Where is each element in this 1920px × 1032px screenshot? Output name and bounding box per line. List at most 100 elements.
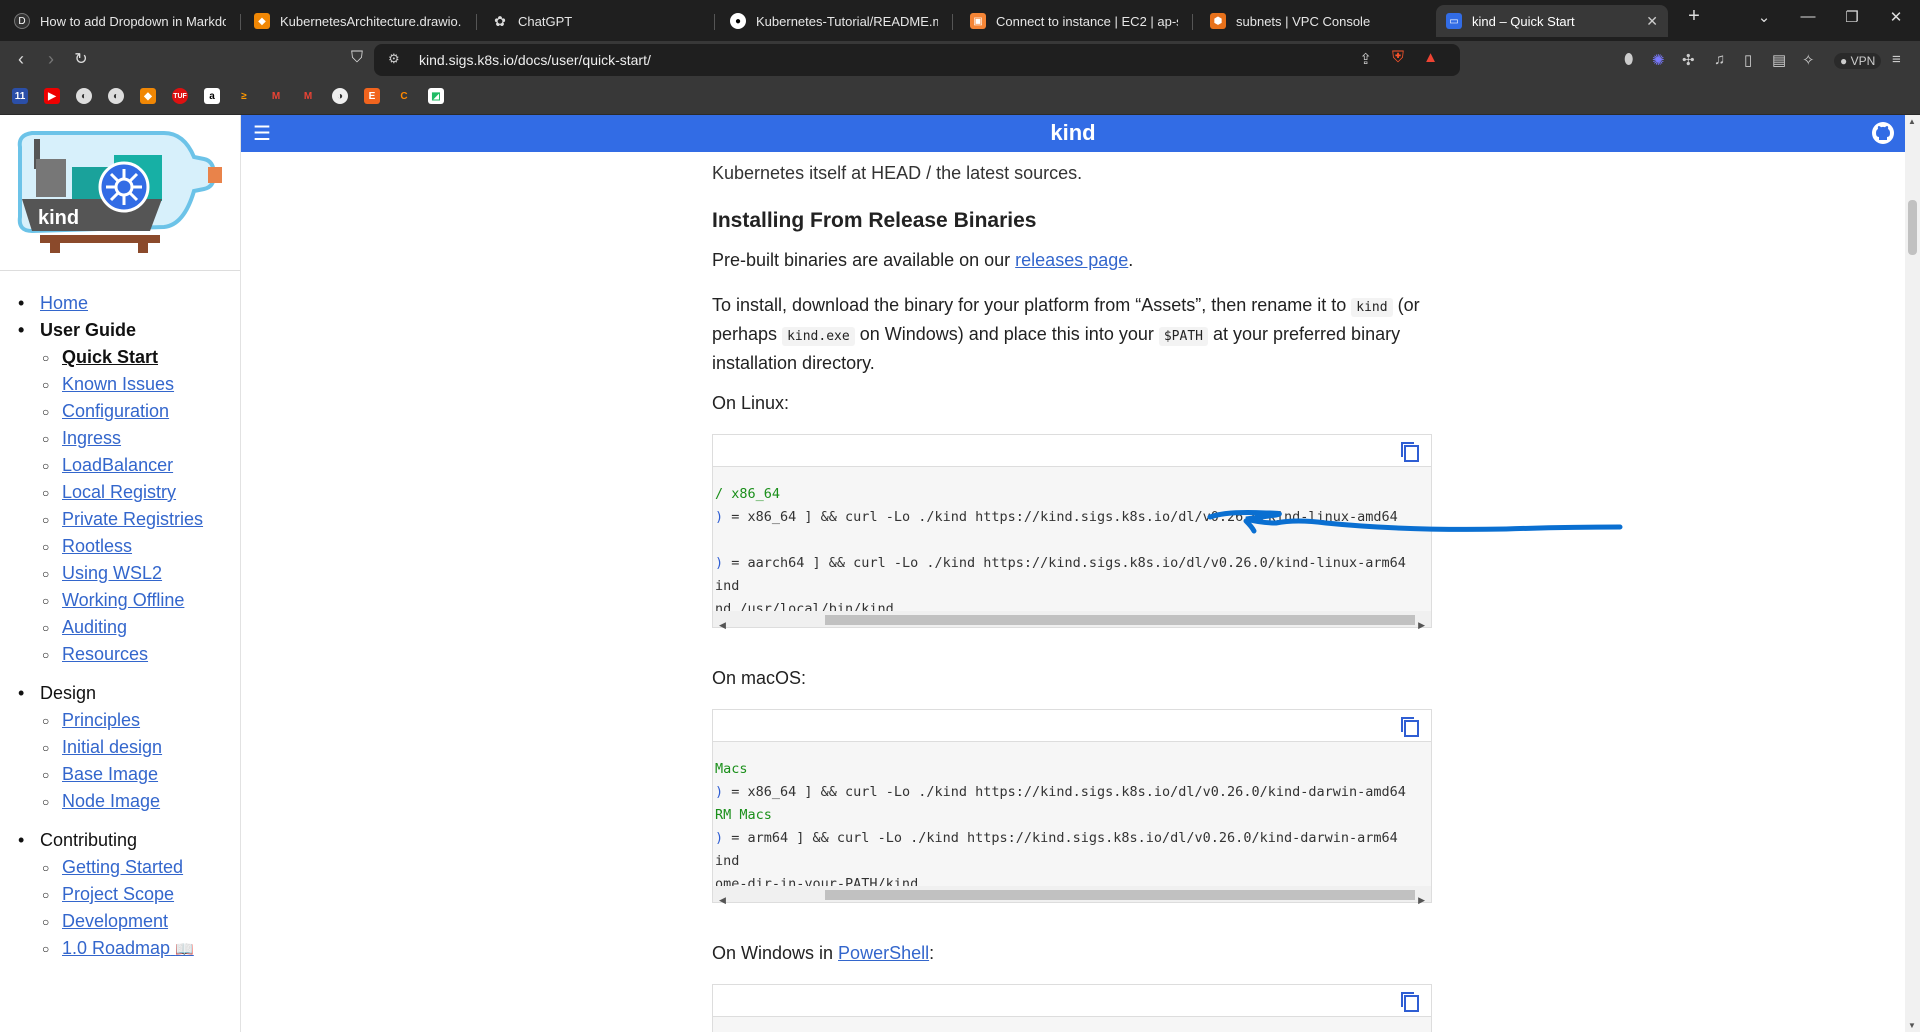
tab-chatgpt[interactable]: ✿ ChatGPT <box>482 5 710 37</box>
sidebar-item-getting-started[interactable]: Getting Started <box>42 857 183 878</box>
book-icon: 📖 <box>175 941 194 958</box>
share-icon[interactable]: ⇪ <box>1359 50 1372 68</box>
sidebar-item-quick-start[interactable]: Quick Start <box>42 347 158 368</box>
code-text: = arm64 ] && curl -Lo ./kind https://kin… <box>723 830 1398 846</box>
scroll-up-arrow-icon[interactable]: ▲ <box>1908 117 1916 126</box>
tab-vpc-subnets[interactable]: ⬢ subnets | VPC Console <box>1200 5 1428 37</box>
github-icon[interactable] <box>1871 121 1895 145</box>
tab-github-readme[interactable]: ● Kubernetes-Tutorial/README.md at <box>720 5 948 37</box>
bookmark-favicon[interactable]: ◩ <box>428 88 444 104</box>
scrollbar-thumb[interactable] <box>825 615 1415 625</box>
minimize-button[interactable]: — <box>1796 8 1820 25</box>
horizontal-scrollbar[interactable]: ◀ ▶ <box>713 886 1431 905</box>
page-vertical-scrollbar[interactable]: ▲ ▼ <box>1905 115 1920 1032</box>
vpn-button[interactable]: ● VPN <box>1834 53 1882 69</box>
sidebar-item-auditing[interactable]: Auditing <box>42 617 127 638</box>
scroll-right-arrow-icon[interactable]: ▶ <box>1418 887 1425 914</box>
restore-button[interactable]: ❐ <box>1840 8 1864 26</box>
tab-list-chevron-icon[interactable]: ⌄ <box>1752 8 1776 26</box>
powershell-link[interactable]: PowerShell <box>838 943 929 963</box>
sidebar-item-loadbalancer[interactable]: LoadBalancer <box>42 455 173 476</box>
sidebar-item-development[interactable]: Development <box>42 911 168 932</box>
sidebar-item-project-scope[interactable]: Project Scope <box>42 884 174 905</box>
tab-ec2-connect[interactable]: ▣ Connect to instance | EC2 | ap-south <box>960 5 1188 37</box>
sidebar-item-configuration[interactable]: Configuration <box>42 401 169 422</box>
scrollbar-thumb[interactable] <box>825 890 1415 900</box>
sidebar-item-base-image[interactable]: Base Image <box>42 764 158 785</box>
scroll-right-arrow-icon[interactable]: ▶ <box>1418 612 1425 639</box>
tab-separator <box>476 14 477 30</box>
scroll-left-arrow-icon[interactable]: ◀ <box>719 612 726 639</box>
tab-kind-quick-start[interactable]: ▭ kind – Quick Start ✕ <box>1436 5 1668 37</box>
horizontal-scrollbar[interactable]: ◀ ▶ <box>713 611 1431 630</box>
close-tab-icon[interactable]: ✕ <box>1646 13 1658 30</box>
bookmark-favicon[interactable]: C <box>396 88 412 104</box>
text: Pre-built binaries are available on our <box>712 250 1016 270</box>
sidebar-item-resources[interactable]: Resources <box>42 644 148 665</box>
bookmark-favicon[interactable]: TUF <box>172 88 188 104</box>
leo-ai-icon[interactable]: ✧ <box>1802 51 1815 69</box>
chatgpt-icon: ✿ <box>494 12 506 29</box>
bookmark-favicon[interactable]: ◑ <box>332 88 348 104</box>
gmail-icon[interactable]: M <box>268 88 284 104</box>
brave-shields-icon[interactable]: ⛨ <box>1392 49 1404 67</box>
back-button[interactable]: ‹ <box>10 49 32 70</box>
extensions-puzzle-icon[interactable]: ✣ <box>1682 51 1695 69</box>
code-token: ) <box>715 830 724 846</box>
gmail-icon[interactable]: M <box>300 88 316 104</box>
install-paragraph: To install, download the binary for your… <box>712 292 1432 377</box>
code-token: ) <box>715 555 724 571</box>
vpn-label: VPN <box>1850 54 1876 68</box>
extension-icon[interactable]: ✺ <box>1652 51 1665 69</box>
address-bar[interactable]: ⚙ kind.sigs.k8s.io/docs/user/quick-start… <box>374 44 1460 76</box>
bookmark-icon[interactable]: ⛉ <box>346 49 368 67</box>
site-title[interactable]: kind <box>241 120 1905 146</box>
etsy-icon[interactable]: E <box>364 88 380 104</box>
bookmark-favicon[interactable]: 11 <box>12 88 28 104</box>
sidebar-item-working-offline[interactable]: Working Offline <box>42 590 184 611</box>
code-token: ) <box>715 784 724 800</box>
copy-icon[interactable] <box>1399 715 1421 739</box>
sidebar-item-using-wsl2[interactable]: Using WSL2 <box>42 563 162 584</box>
sidebar-item-roadmap[interactable]: 1.0 Roadmap 📖 <box>42 938 194 959</box>
sidebar-icon[interactable]: ▯ <box>1744 51 1752 69</box>
wallet-icon[interactable]: ▤ <box>1772 51 1786 69</box>
site-info-icon[interactable]: ⚙ <box>388 51 400 67</box>
sidebar-item-principles[interactable]: Principles <box>42 710 140 731</box>
amazon-icon[interactable]: a <box>204 88 220 104</box>
reload-button[interactable]: ↻ <box>70 49 92 69</box>
browser-tab-bar: D How to add Dropdown in Markdown ◆ Kube… <box>0 0 1920 41</box>
scroll-left-arrow-icon[interactable]: ◀ <box>719 887 726 914</box>
sidebar-item-rootless[interactable]: Rootless <box>42 536 132 557</box>
sidebar-item-home[interactable]: Home <box>18 293 88 314</box>
sidebar-item-private-registries[interactable]: Private Registries <box>42 509 203 530</box>
extension-icon[interactable]: ⬮ <box>1624 51 1633 68</box>
close-window-button[interactable]: ✕ <box>1884 8 1908 26</box>
new-tab-button[interactable]: + <box>1682 5 1706 28</box>
sidebar-item-node-image[interactable]: Node Image <box>42 791 160 812</box>
sidebar-item-local-registry[interactable]: Local Registry <box>42 482 176 503</box>
code-line: ind <box>715 850 1431 873</box>
sidebar-item-initial-design[interactable]: Initial design <box>42 737 162 758</box>
copy-icon[interactable] <box>1399 440 1421 464</box>
tab-dropdown-markdown[interactable]: D How to add Dropdown in Markdown <box>4 5 236 37</box>
nav-link[interactable]: Home <box>40 293 88 313</box>
tab-kubernetes-architecture[interactable]: ◆ KubernetesArchitecture.drawio.png <box>244 5 472 37</box>
bookmark-favicon[interactable]: ◐ <box>76 88 92 104</box>
sidebar-item-ingress[interactable]: Ingress <box>42 428 121 449</box>
sidebar-item-known-issues[interactable]: Known Issues <box>42 374 174 395</box>
copy-icon[interactable] <box>1399 990 1421 1014</box>
kind-logo[interactable]: kind <box>14 127 228 257</box>
bookmark-favicon[interactable]: ≥ <box>236 88 252 104</box>
drawio-icon[interactable]: ◆ <box>140 88 156 104</box>
forward-button[interactable]: › <box>40 49 62 70</box>
scrollbar-thumb[interactable] <box>1908 200 1917 255</box>
scroll-down-arrow-icon[interactable]: ▼ <box>1908 1021 1916 1030</box>
code-content[interactable]: Macs) = x86_64 ] && curl -Lo ./kind http… <box>713 742 1431 896</box>
youtube-icon[interactable]: ▶ <box>44 88 60 104</box>
releases-page-link[interactable]: releases page <box>1015 250 1128 270</box>
media-icon[interactable]: ♫ <box>1714 51 1725 68</box>
bookmark-favicon[interactable]: ◐ <box>108 88 124 104</box>
brave-rewards-icon[interactable]: ▲ <box>1423 49 1438 66</box>
menu-icon[interactable]: ≡ <box>1892 51 1901 68</box>
